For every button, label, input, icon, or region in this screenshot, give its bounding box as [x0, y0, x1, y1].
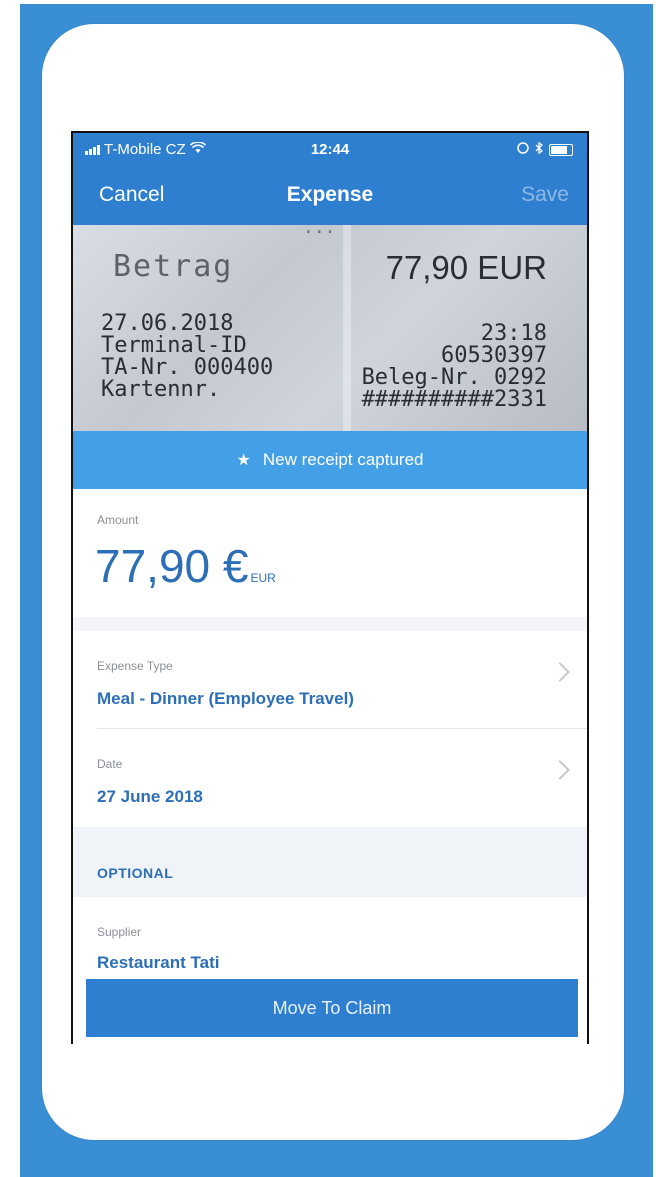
status-icons — [517, 141, 573, 158]
amount-value: 77,90 € EUR — [95, 539, 276, 593]
optional-section-header: OPTIONAL — [73, 827, 587, 897]
date-label: Date — [97, 757, 123, 771]
expense-type-value: Meal - Dinner (Employee Travel) — [97, 689, 354, 708]
amount-currency: EUR — [250, 571, 276, 585]
receipt-terminal-value: 60530397 — [441, 343, 547, 368]
supplier-label: Supplier — [97, 925, 142, 939]
star-icon: ★ — [236, 452, 251, 469]
rotation-lock-icon — [517, 141, 529, 158]
clock: 12:44 — [310, 141, 350, 158]
banner-text: New receipt captured — [262, 450, 424, 469]
amount-label: Amount — [97, 513, 139, 527]
receipt-card-line: ##########2331 — [361, 387, 547, 412]
receipt-terminal-line: Terminal-ID — [101, 333, 247, 358]
amount-field[interactable]: Amount 77,90 € EUR — [73, 489, 587, 618]
receipt-amount: 77,90 EUR — [385, 249, 547, 286]
receipt-time-line: 23:18 — [480, 321, 547, 346]
nav-bar: Cancel Expense Save — [73, 171, 587, 221]
chevron-right-icon — [550, 760, 570, 780]
bluetooth-icon — [535, 141, 544, 158]
move-to-claim-button[interactable]: Move To Claim — [86, 979, 578, 1037]
receipt-date-line: 27.06.2018 — [101, 311, 234, 336]
receipt-photo[interactable]: ... Betrag 77,90 EUR 27.06.2018 Terminal… — [73, 225, 587, 431]
receipt-right-lines: 23:18 60530397 Beleg-Nr. 0292 ##########… — [362, 323, 547, 411]
receipt-captured-banner: ★ New receipt captured — [73, 431, 587, 489]
page-title: Expense — [286, 183, 374, 206]
section-gap — [73, 617, 587, 631]
chevron-right-icon — [550, 662, 570, 682]
receipt-beleg-line: Beleg-Nr. 0292 — [361, 365, 547, 390]
status-bar: T-Mobile CZ 12:44 — [73, 133, 587, 167]
save-button[interactable]: Save — [521, 183, 569, 207]
top-bar: T-Mobile CZ 12:44 Cancel Expense Save — [73, 133, 587, 225]
amount-number: 77,90 € — [95, 540, 249, 592]
receipt-header-text: ... — [303, 225, 336, 238]
date-value: 27 June 2018 — [97, 787, 203, 806]
date-row[interactable]: Date 27 June 2018 — [73, 729, 587, 827]
supplier-value: Restaurant Tati — [97, 953, 220, 972]
receipt-crease — [343, 225, 351, 431]
receipt-ta-line: TA-Nr. 000400 — [101, 355, 274, 380]
expense-type-row[interactable]: Expense Type Meal - Dinner (Employee Tra… — [73, 631, 587, 729]
receipt-left-lines: 27.06.2018 Terminal-ID TA-Nr. 000400 Kar… — [101, 313, 273, 401]
optional-label: OPTIONAL — [97, 865, 174, 881]
receipt-betrag-label: Betrag — [113, 249, 234, 284]
battery-icon — [549, 143, 573, 156]
receipt-karten-line: Kartennr. — [101, 377, 221, 402]
expense-type-label: Expense Type — [97, 659, 173, 673]
app-screen: T-Mobile CZ 12:44 Cancel Expense Save ..… — [71, 131, 589, 1044]
